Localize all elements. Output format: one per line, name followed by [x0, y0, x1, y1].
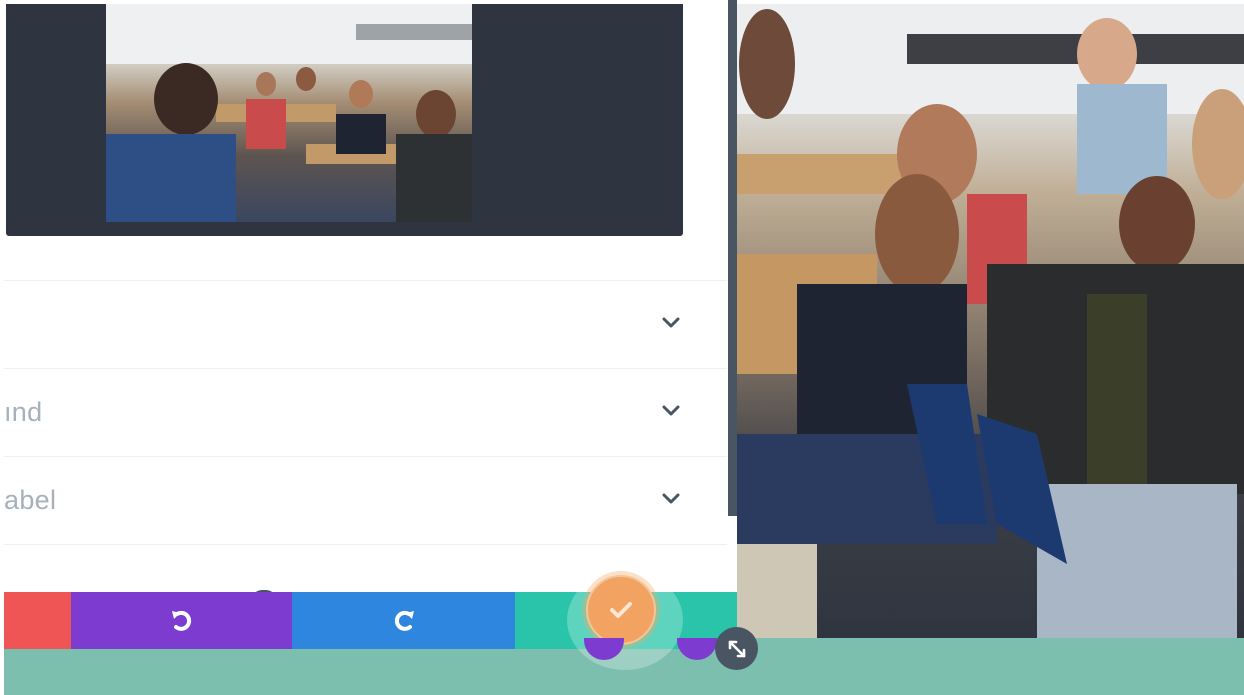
- settings-toggle[interactable]: [4, 280, 727, 369]
- chevron-down-icon[interactable]: [662, 317, 680, 329]
- settings-toggle[interactable]: abel: [4, 456, 727, 545]
- check-icon: [610, 602, 632, 618]
- redo-button[interactable]: [292, 592, 515, 649]
- image-thumbnail-art: [106, 4, 472, 222]
- classroom-photo-art: [737, 4, 1244, 638]
- toggle-label: abel: [4, 485, 57, 515]
- modal-action-bar: [4, 570, 737, 670]
- undo-button[interactable]: [71, 592, 292, 649]
- classroom-photo: [737, 4, 1244, 638]
- redo-icon: [394, 610, 414, 631]
- discard-button[interactable]: [4, 592, 71, 649]
- image-thumbnail: [106, 4, 472, 222]
- undo-icon: [171, 610, 191, 631]
- settings-panel: ınd abel: [4, 0, 737, 638]
- chevron-down-icon[interactable]: [662, 405, 680, 417]
- panel-scrollbar[interactable]: [728, 0, 737, 516]
- resize-diagonal-icon: [728, 640, 745, 657]
- toggle-label: ınd: [4, 397, 43, 427]
- image-preview[interactable]: [6, 4, 683, 236]
- settings-toggle[interactable]: ınd: [4, 368, 727, 457]
- panel-resize-handle[interactable]: [715, 627, 758, 670]
- chevron-down-icon[interactable]: [662, 493, 680, 505]
- save-button-highlight[interactable]: [586, 575, 656, 645]
